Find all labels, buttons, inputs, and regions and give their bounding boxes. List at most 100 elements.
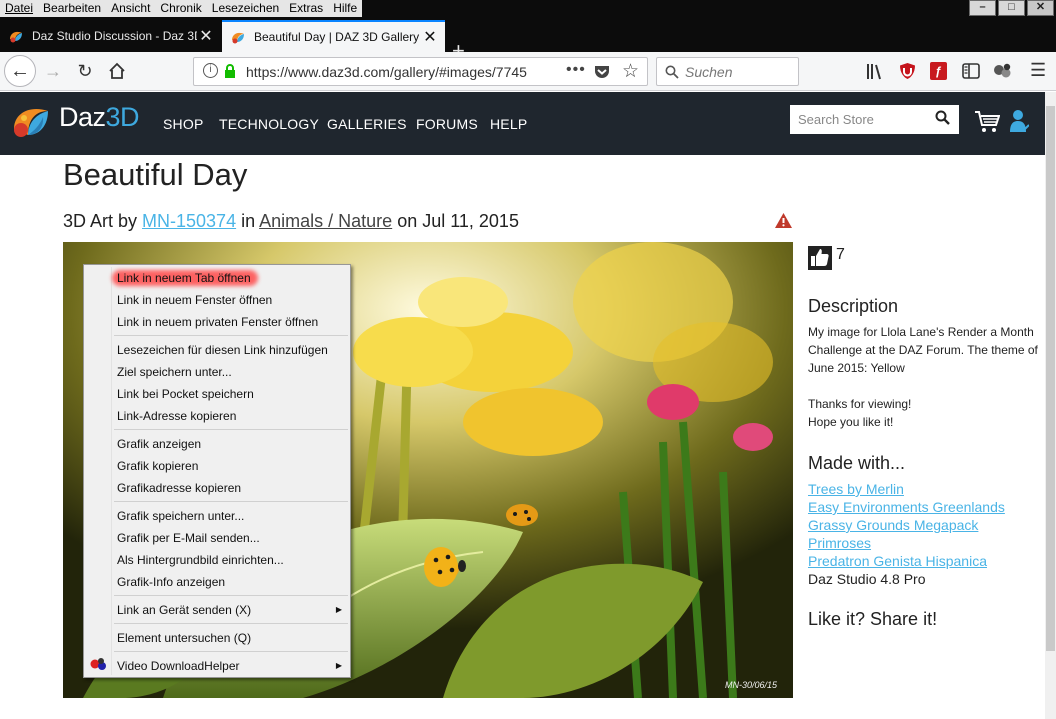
store-search-input[interactable]: Search Store — [790, 105, 959, 134]
menu-extras[interactable]: Extras — [284, 0, 328, 17]
pdf-addon-icon[interactable]: ƒ — [930, 62, 947, 80]
maximize-button[interactable]: □ — [998, 0, 1025, 16]
ctx-bookmark-link[interactable]: Lesezeichen für diesen Link hinzufügen — [117, 343, 328, 357]
tab-daz-discussion[interactable]: Daz Studio Discussion - Daz 3D ✕ — [0, 20, 221, 52]
nav-help[interactable]: HELP — [490, 116, 527, 132]
description-heading: Description — [808, 296, 899, 316]
context-menu-separator — [114, 623, 348, 624]
store-search-placeholder: Search Store — [798, 112, 874, 127]
description-line: My image for Llola Lane's Render a Month… — [808, 325, 1038, 375]
ctx-send-to-device[interactable]: Link an Gerät senden (X) — [117, 603, 251, 617]
bookmark-star-icon[interactable]: ☆ — [622, 60, 639, 83]
byline-date: on Jul 11, 2015 — [392, 211, 519, 231]
menu-lesezeichen[interactable]: Lesezeichen — [207, 0, 284, 17]
category-link[interactable]: Animals / Nature — [259, 211, 392, 231]
nav-galleries[interactable]: GALLERIES — [327, 116, 407, 132]
daz3d-logo-text[interactable]: Daz3D — [59, 102, 140, 133]
ctx-open-new-window[interactable]: Link in neuem Fenster öffnen — [117, 293, 272, 307]
report-warning-icon[interactable] — [774, 212, 793, 229]
ctx-image-info[interactable]: Grafik-Info anzeigen — [117, 575, 225, 589]
tab-bar: Daz Studio Discussion - Daz 3D ✕ Beautif… — [0, 17, 1056, 63]
close-tab-icon[interactable]: ✕ — [421, 27, 439, 47]
library-icon[interactable] — [866, 63, 884, 80]
menu-bearbeiten[interactable]: Bearbeiten — [38, 0, 106, 17]
home-button[interactable] — [102, 56, 132, 86]
url-text: https://www.daz3d.com/gallery/#images/77… — [246, 64, 527, 80]
context-menu-separator — [114, 429, 348, 430]
menu-ansicht[interactable]: Ansicht — [106, 0, 155, 17]
artwork-watermark: MN-30/06/15 — [724, 680, 777, 690]
ctx-copy-link[interactable]: Link-Adresse kopieren — [117, 409, 236, 423]
video-downloadhelper-toolbar-icon[interactable] — [993, 63, 1013, 79]
ctx-save-image[interactable]: Grafik speichern unter... — [117, 509, 244, 523]
window-controls: – □ ✕ — [969, 0, 1056, 17]
share-heading: Like it? Share it! — [808, 609, 938, 629]
page-actions-icon[interactable]: ••• — [566, 61, 586, 79]
submenu-arrow-icon: ▶ — [335, 661, 342, 670]
url-bar[interactable]: i https://www.daz3d.com/gallery/#images/… — [193, 57, 648, 86]
ublock-shield-icon[interactable] — [899, 62, 916, 80]
navigation-toolbar: ← → ↻ i https://www.daz3d.com/gallery/#i… — [0, 52, 1056, 91]
ctx-open-new-tab[interactable]: Link in neuem Tab öffnen — [117, 271, 251, 285]
search-bar[interactable]: Suchen — [656, 57, 799, 86]
context-menu-separator — [114, 501, 348, 502]
ctx-open-private-window[interactable]: Link in neuem privaten Fenster öffnen — [117, 315, 318, 329]
ctx-view-image[interactable]: Grafik anzeigen — [117, 437, 201, 451]
artist-link[interactable]: MN-150374 — [142, 211, 236, 231]
ctx-inspect-element[interactable]: Element untersuchen (Q) — [117, 631, 251, 645]
thumbs-up-icon — [811, 249, 829, 266]
info-icon[interactable]: i — [203, 63, 218, 78]
pocket-icon[interactable] — [594, 64, 610, 79]
daz-favicon-icon — [230, 29, 246, 45]
nav-forums[interactable]: FORUMS — [416, 116, 478, 132]
product-link[interactable]: Primroses — [808, 534, 1005, 552]
menu-datei[interactable]: Datei — [0, 0, 38, 17]
search-icon — [665, 65, 679, 79]
submenu-arrow-icon: ▶ — [335, 605, 342, 614]
search-placeholder: Suchen — [685, 64, 733, 80]
video-downloadhelper-icon — [90, 658, 106, 670]
byline-in: in — [236, 211, 260, 231]
ctx-copy-image-address[interactable]: Grafikadresse kopieren — [117, 481, 241, 495]
page-title: Beautiful Day — [63, 157, 248, 192]
byline-prefix: 3D Art by — [63, 211, 143, 231]
home-icon — [109, 62, 125, 79]
product-link[interactable]: Predatron Genista Hispanica — [808, 552, 1005, 570]
description-line: Hope you like it! — [808, 415, 894, 429]
product-link[interactable]: Trees by Merlin — [808, 480, 1005, 498]
ctx-email-image[interactable]: Grafik per E-Mail senden... — [117, 531, 260, 545]
menu-chronik[interactable]: Chronik — [155, 0, 206, 17]
cart-icon[interactable] — [974, 110, 1000, 134]
close-tab-icon[interactable]: ✕ — [197, 26, 215, 46]
close-window-button[interactable]: ✕ — [1027, 0, 1054, 16]
context-menu-gutter — [111, 267, 112, 675]
nav-shop[interactable]: SHOP — [163, 116, 203, 132]
os-menu-bar: Datei Bearbeiten Ansicht Chronik Lesezei… — [0, 0, 1056, 17]
tab-title: Daz Studio Discussion - Daz 3D — [32, 29, 197, 43]
tab-beautiful-day[interactable]: Beautiful Day | DAZ 3D Gallery ✕ — [222, 20, 445, 52]
ctx-set-background[interactable]: Als Hintergrundbild einrichten... — [117, 553, 284, 567]
product-text: Daz Studio 4.8 Pro — [808, 571, 926, 587]
tab-title: Beautiful Day | DAZ 3D Gallery — [254, 30, 420, 44]
account-icon[interactable] — [1009, 108, 1029, 134]
like-button[interactable] — [808, 246, 832, 270]
page-scrollbar[interactable] — [1045, 92, 1056, 719]
product-link[interactable]: Grassy Grounds Megapack — [808, 516, 1005, 534]
search-icon[interactable] — [935, 110, 950, 125]
menu-hilfe[interactable]: Hilfe — [328, 0, 362, 17]
ctx-save-target[interactable]: Ziel speichern unter... — [117, 365, 232, 379]
scrollbar-thumb[interactable] — [1046, 106, 1055, 651]
daz-logo-icon[interactable] — [10, 101, 52, 143]
ctx-save-pocket[interactable]: Link bei Pocket speichern — [117, 387, 254, 401]
ctx-video-downloadhelper[interactable]: Video DownloadHelper — [117, 659, 240, 673]
minimize-button[interactable]: – — [969, 0, 996, 16]
product-link[interactable]: Easy Environments Greenlands — [808, 498, 1005, 516]
ctx-copy-image[interactable]: Grafik kopieren — [117, 459, 198, 473]
nav-technology[interactable]: TECHNOLOGY — [219, 116, 319, 132]
back-button[interactable]: ← — [4, 55, 36, 87]
sidebar-toggle-icon[interactable] — [962, 63, 980, 79]
forward-button[interactable]: → — [38, 56, 68, 86]
byline: 3D Art by MN-150374 in Animals / Nature … — [63, 211, 519, 232]
hamburger-menu-icon[interactable]: ☰ — [1030, 60, 1046, 81]
reload-button[interactable]: ↻ — [70, 56, 100, 86]
